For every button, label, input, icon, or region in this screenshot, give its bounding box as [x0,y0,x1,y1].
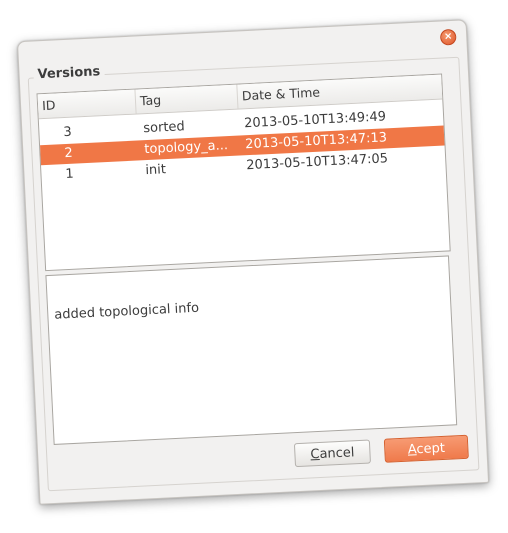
screen: × Versions ID Tag Date & Time 3 sorted 2… [0,0,508,533]
column-header-id[interactable]: ID [37,89,137,119]
column-header-tag[interactable]: Tag [135,84,239,114]
version-notes-text[interactable]: added topological info [45,255,458,445]
cancel-button[interactable]: Cancel [293,439,371,468]
accept-button-label: Acept [407,440,446,458]
versions-dialog: × Versions ID Tag Date & Time 3 sorted 2… [16,19,490,505]
row-id: 2 [64,145,74,162]
close-icon[interactable]: × [439,28,457,46]
row-tag: init [145,162,167,179]
row-id: 1 [65,166,75,183]
accept-button[interactable]: Acept [383,434,469,463]
cancel-button-label: Cancel [310,445,355,463]
versions-table[interactable]: ID Tag Date & Time 3 sorted 2013-05-10T1… [36,73,451,272]
row-id: 3 [63,124,73,141]
